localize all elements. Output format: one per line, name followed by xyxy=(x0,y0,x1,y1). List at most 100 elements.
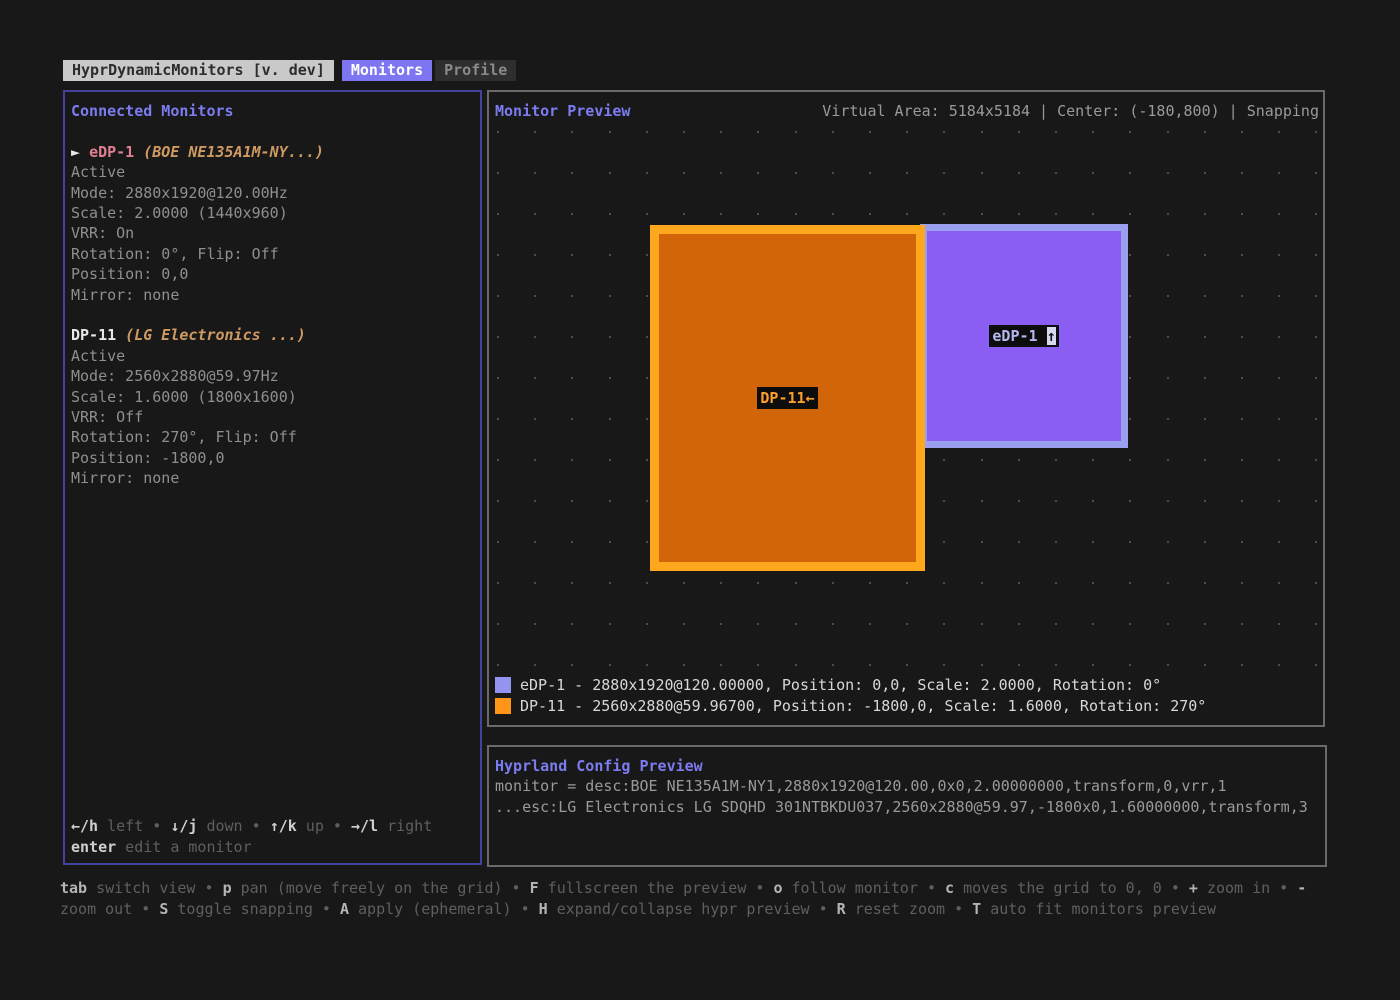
grid-dot xyxy=(1241,131,1243,133)
monitor-rect-edp-1[interactable]: eDP-1 ↑ xyxy=(920,224,1128,448)
keybind-key: c xyxy=(945,879,954,897)
grid-dot xyxy=(943,664,945,666)
grid-dot xyxy=(720,582,722,584)
grid-dot xyxy=(534,418,536,420)
legend-row: DP-11 - 2560x2880@59.96700, Position: -1… xyxy=(495,696,1206,717)
grid-dot xyxy=(1018,131,1020,133)
keybind-description: right xyxy=(378,817,432,835)
keybind-help-line: enter edit a monitor xyxy=(71,837,476,857)
monitor-preview-title: Monitor Preview xyxy=(495,101,630,121)
keybind-key: tab xyxy=(60,879,87,897)
preview-header: Monitor Preview Virtual Area: 5184x5184 … xyxy=(495,101,1319,121)
grid-dot xyxy=(609,377,611,379)
monitor-list: ► eDP-1 (BOE NE135A1M-NY...)ActiveMode: … xyxy=(71,142,476,489)
grid-dot xyxy=(1055,172,1057,174)
grid-dot xyxy=(943,459,945,461)
grid-dot xyxy=(497,664,499,666)
grid-dot xyxy=(981,172,983,174)
grid-dot xyxy=(646,664,648,666)
grid-dot xyxy=(683,582,685,584)
grid-dot xyxy=(1241,459,1243,461)
monitor-label-text: DP-11 xyxy=(760,389,805,407)
legend-text: eDP-1 - 2880x1920@120.00000, Position: 0… xyxy=(520,675,1161,696)
keybind-key: T xyxy=(972,900,981,918)
grid-dot xyxy=(1129,582,1131,584)
grid-dot xyxy=(832,172,834,174)
keybind-description: zoom out • xyxy=(60,900,159,918)
grid-dot xyxy=(1278,500,1280,502)
keybind-description: switch view • xyxy=(87,879,222,897)
grid-dot xyxy=(757,172,759,174)
grid-dot xyxy=(646,172,648,174)
grid-dot xyxy=(497,131,499,133)
grid-dot xyxy=(1204,418,1206,420)
grid-dot xyxy=(1315,172,1317,174)
grid-dot xyxy=(609,418,611,420)
tab-profile[interactable]: Profile xyxy=(435,60,516,81)
monitor-entry[interactable]: ► eDP-1 (BOE NE135A1M-NY...)ActiveMode: … xyxy=(71,142,476,305)
keybind-description: auto fit monitors preview xyxy=(981,900,1216,918)
grid-dot xyxy=(534,459,536,461)
grid-dot xyxy=(943,623,945,625)
grid-dot xyxy=(906,623,908,625)
grid-dot xyxy=(1278,254,1280,256)
preview-legend: eDP-1 - 2880x1920@120.00000, Position: 0… xyxy=(495,675,1206,716)
grid-dot xyxy=(906,213,908,215)
grid-dot xyxy=(1204,541,1206,543)
grid-dot xyxy=(534,254,536,256)
grid-dot xyxy=(1315,131,1317,133)
statusbar-line: zoom out • S toggle snapping • A apply (… xyxy=(60,899,1346,920)
grid-dot xyxy=(1018,541,1020,543)
grid-dot xyxy=(1278,336,1280,338)
grid-dot xyxy=(720,623,722,625)
grid-dot xyxy=(943,500,945,502)
grid-dot xyxy=(1315,418,1317,420)
preview-canvas[interactable]: eDP-1 ↑ DP-11← xyxy=(489,92,1323,725)
grid-dot xyxy=(1278,172,1280,174)
grid-dot xyxy=(757,213,759,215)
grid-dot xyxy=(534,336,536,338)
grid-dot xyxy=(1241,377,1243,379)
grid-dot xyxy=(609,295,611,297)
grid-dot xyxy=(571,213,573,215)
grid-dot xyxy=(981,459,983,461)
config-lines: monitor = desc:BOE NE135A1M-NY1,2880x192… xyxy=(495,776,1325,817)
legend-row: eDP-1 - 2880x1920@120.00000, Position: 0… xyxy=(495,675,1206,696)
monitor-name: DP-11 xyxy=(71,326,116,344)
grid-dot xyxy=(609,131,611,133)
grid-dot xyxy=(1167,336,1169,338)
grid-dot xyxy=(869,172,871,174)
grid-dot xyxy=(497,541,499,543)
grid-dot xyxy=(1018,582,1020,584)
grid-dot xyxy=(1167,295,1169,297)
grid-dot xyxy=(571,623,573,625)
keybind-description: up • xyxy=(297,817,351,835)
monitor-description: (LG Electronics ...) xyxy=(116,326,306,344)
grid-dot xyxy=(609,541,611,543)
grid-dot xyxy=(1018,459,1020,461)
grid-dot xyxy=(1315,541,1317,543)
grid-dot xyxy=(1055,500,1057,502)
tab-monitors[interactable]: Monitors xyxy=(342,60,432,81)
grid-dot xyxy=(683,172,685,174)
monitor-name: eDP-1 xyxy=(89,143,134,161)
grid-dot xyxy=(1167,623,1169,625)
monitor-entry[interactable]: DP-11 (LG Electronics ...)ActiveMode: 25… xyxy=(71,325,476,488)
monitor-rect-dp-11[interactable]: DP-11← xyxy=(650,225,925,571)
keybind-key: A xyxy=(340,900,349,918)
grid-dot xyxy=(534,541,536,543)
grid-dot xyxy=(981,541,983,543)
grid-dot xyxy=(981,500,983,502)
grid-dot xyxy=(1315,295,1317,297)
grid-dot xyxy=(720,131,722,133)
grid-dot xyxy=(1018,623,1020,625)
grid-dot xyxy=(1055,541,1057,543)
grid-dot xyxy=(795,582,797,584)
grid-dot xyxy=(1055,623,1057,625)
grid-dot xyxy=(609,336,611,338)
grid-dot xyxy=(1167,582,1169,584)
grid-dot xyxy=(1129,295,1131,297)
grid-dot xyxy=(571,131,573,133)
monitor-rect-label: eDP-1 ↑ xyxy=(989,325,1058,347)
monitor-entry-header: ► eDP-1 (BOE NE135A1M-NY...) xyxy=(71,142,476,162)
